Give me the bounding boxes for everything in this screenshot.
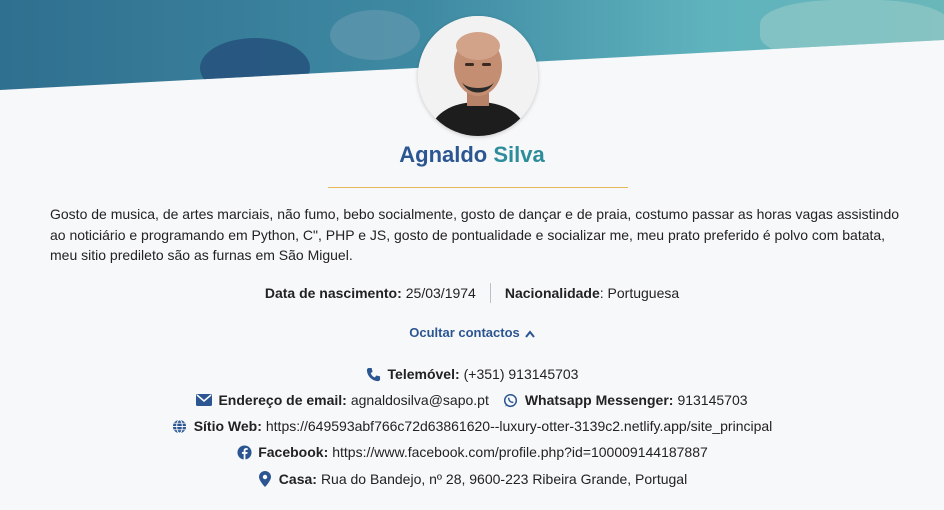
home-label: Casa:: [278, 471, 317, 487]
first-name: Agnaldo: [399, 142, 488, 167]
phone-icon: [366, 366, 382, 382]
divider: [328, 187, 628, 188]
birth-date-label: Data de nascimento:: [264, 285, 402, 301]
facebook-icon: [236, 444, 252, 460]
website-link[interactable]: https://649593abf766c72d63861620--luxury…: [266, 418, 772, 434]
profile-name: Agnaldo Silva: [0, 142, 944, 168]
bio-text: Gosto de musica, de artes marciais, não …: [50, 206, 900, 263]
email-value[interactable]: agnaldosilva@sapo.pt: [351, 392, 489, 408]
map-pin-icon: [257, 471, 273, 487]
phone-value[interactable]: (+351) 913145703: [464, 366, 579, 382]
chevron-up-icon: [524, 326, 535, 341]
contact-home: Casa: Rua do Bandejo, nº 28, 9600-223 Ri…: [0, 471, 944, 487]
banner-decoration: [760, 0, 944, 60]
whatsapp-icon: [503, 392, 519, 408]
birth-date-value: 25/03/1974: [405, 285, 476, 301]
hide-contacts-label: Ocultar contactos: [409, 325, 520, 340]
nationality-value: : Portuguesa: [599, 285, 680, 301]
avatar: [418, 16, 538, 136]
globe-icon: [172, 418, 188, 434]
banner-decoration: [330, 10, 420, 60]
contact-facebook: Facebook: https://www.facebook.com/profi…: [0, 444, 944, 460]
hide-contacts-toggle[interactable]: Ocultar contactos: [0, 325, 944, 341]
personal-facts: Data de nascimento: 25/03/1974 Nacionali…: [0, 283, 944, 303]
website-label: Sítio Web:: [193, 418, 262, 434]
contact-email-whatsapp: Endereço de email: agnaldosilva@sapo.pt …: [0, 392, 944, 408]
whatsapp-value[interactable]: 913145703: [677, 392, 747, 408]
facts-separator: [489, 283, 491, 303]
banner-decoration: [200, 38, 310, 90]
envelope-icon: [196, 392, 213, 408]
whatsapp-label: Whatsapp Messenger:: [524, 392, 674, 408]
email-label: Endereço de email:: [218, 392, 347, 408]
last-name: Silva: [493, 142, 545, 167]
contact-website: Sítio Web: https://649593abf766c72d63861…: [0, 418, 944, 434]
facebook-label: Facebook:: [258, 444, 329, 460]
phone-label: Telemóvel:: [387, 366, 460, 382]
facebook-link[interactable]: https://www.facebook.com/profile.php?id=…: [332, 444, 708, 460]
contact-phone: Telemóvel: (+351) 913145703: [0, 366, 944, 382]
home-value: Rua do Bandejo, nº 28, 9600-223 Ribeira …: [320, 471, 688, 487]
nationality-label: Nacionalidade: [504, 285, 600, 301]
